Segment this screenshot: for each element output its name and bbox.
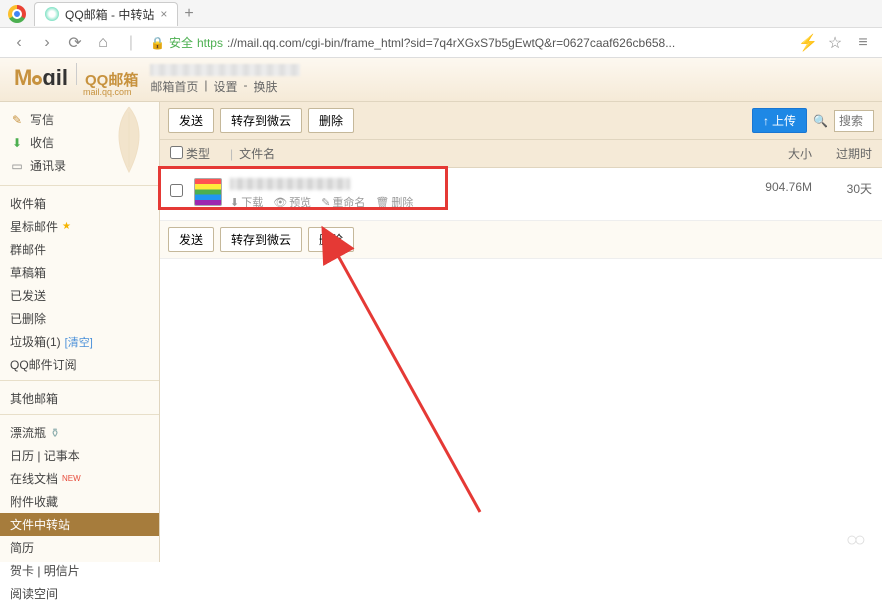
user-info-blurred [150, 64, 300, 76]
toolbar-bottom: 发送 转存到微云 删除 [160, 220, 882, 259]
menu-icon[interactable]: ≡ [854, 34, 872, 52]
star-icon[interactable]: ☆ [826, 33, 844, 53]
nav-back-icon[interactable]: ‹ [10, 34, 28, 52]
sidebar: ✎写信 ⬇收信 ▭通讯录 收件箱 星标邮件★ 群邮件 草稿箱 已发送 已删除 垃… [0, 102, 160, 562]
sidebar-item-sent[interactable]: 已发送 [10, 284, 149, 307]
sidebar-item-subscribe[interactable]: QQ邮件订阅 [10, 353, 149, 376]
address-bar: ‹ › ⟳ ⌂ | 🔒 安全 https ://mail.qq.com/cgi-… [0, 28, 882, 58]
url-input[interactable]: 🔒 安全 https ://mail.qq.com/cgi-bin/frame_… [150, 34, 788, 51]
file-expire: 30天 [812, 178, 872, 197]
file-preview-link[interactable]: 👁预览 [273, 194, 311, 210]
nav-forward-icon[interactable]: › [38, 34, 56, 52]
send-button[interactable]: 发送 [168, 108, 214, 133]
upload-button[interactable]: ↑上传 [752, 108, 807, 133]
delete-button-bottom[interactable]: 删除 [308, 227, 354, 252]
download-icon: ⬇ [230, 196, 239, 209]
save-cloud-button-bottom[interactable]: 转存到微云 [220, 227, 302, 252]
new-badge: NEW [62, 474, 81, 483]
contacts-icon: ▭ [10, 159, 24, 173]
col-type: 类型 [186, 145, 230, 162]
inbox-icon: ⬇ [10, 136, 24, 150]
lock-icon: 🔒 [150, 36, 165, 50]
sidebar-item-calendar[interactable]: 日历 | 记事本 [10, 444, 149, 467]
browser-tab-bar: QQ邮箱 - 中转站 × + [0, 0, 882, 28]
compose-button[interactable]: ✎写信 [10, 108, 149, 131]
star-icon: ★ [62, 221, 71, 232]
sidebar-item-group[interactable]: 群邮件 [10, 238, 149, 261]
new-tab-button[interactable]: + [184, 5, 193, 23]
file-checkbox[interactable] [170, 184, 183, 197]
upload-icon: ↑ [763, 114, 769, 128]
save-cloud-button[interactable]: 转存到微云 [220, 108, 302, 133]
file-download-link[interactable]: ⬇下载 [230, 194, 263, 210]
nav-home-icon[interactable]: ⌂ [94, 34, 112, 52]
link-settings[interactable]: 设置 [213, 78, 237, 95]
col-expire: 过期时 [812, 145, 872, 162]
column-header: 类型 | 文件名 大小 过期时 [160, 140, 882, 168]
col-size: 大小 [712, 145, 812, 162]
decoration-circles: ○○ [846, 529, 862, 552]
nav-reload-icon[interactable]: ⟳ [66, 33, 84, 53]
sidebar-item-inbox[interactable]: 收件箱 [10, 192, 149, 215]
search-icon: 🔍 [813, 114, 828, 128]
flash-icon[interactable]: ⚡ [798, 33, 816, 53]
sidebar-item-resume[interactable]: 简历 [10, 536, 149, 559]
content-area: 发送 转存到微云 删除 ↑上传 🔍 类型 | 文件名 大小 过期时 [160, 102, 882, 562]
sidebar-item-starred[interactable]: 星标邮件★ [10, 215, 149, 238]
sidebar-other-mail[interactable]: 其他邮箱 [10, 387, 149, 410]
chrome-icon [8, 5, 26, 23]
file-list: ⬇下载 👁预览 ✎重命名 🗑删除 904.76M 30天 [160, 168, 882, 220]
link-mailbox-home[interactable]: 邮箱首页 [150, 78, 198, 95]
sidebar-item-drafts[interactable]: 草稿箱 [10, 261, 149, 284]
file-delete-link[interactable]: 🗑删除 [375, 194, 413, 210]
eye-icon: 👁 [273, 196, 287, 209]
file-name-blurred [230, 178, 350, 190]
sidebar-item-transfer[interactable]: 文件中转站 [0, 513, 159, 536]
delete-button[interactable]: 删除 [308, 108, 354, 133]
qq-mail-logo[interactable]: M ɑil QQ邮箱 mail.qq.com [14, 63, 138, 97]
select-all-checkbox[interactable] [170, 146, 183, 159]
sidebar-item-attachments[interactable]: 附件收藏 [10, 490, 149, 513]
inbox-button[interactable]: ⬇收信 [10, 131, 149, 154]
tab-close-icon[interactable]: × [160, 7, 167, 21]
search-input[interactable] [834, 110, 874, 132]
header-info: 邮箱首页 | 设置 - 换肤 [150, 64, 300, 95]
send-button-bottom[interactable]: 发送 [168, 227, 214, 252]
qq-favicon [45, 7, 59, 21]
sidebar-item-reading[interactable]: 阅读空间 [10, 582, 149, 605]
url-path: ://mail.qq.com/cgi-bin/frame_html?sid=7q… [227, 36, 675, 50]
pencil-icon: ✎ [321, 196, 330, 209]
file-size: 904.76M [712, 178, 812, 194]
nav-divider: | [122, 34, 140, 52]
tab-title: QQ邮箱 - 中转站 [65, 6, 154, 23]
compose-icon: ✎ [10, 113, 24, 127]
clear-spam-link[interactable]: [清空] [65, 334, 93, 350]
mail-header: M ɑil QQ邮箱 mail.qq.com 邮箱首页 | 设置 - 换肤 [0, 58, 882, 102]
col-filename: 文件名 [239, 145, 712, 162]
bottle-icon: ⚱ [50, 426, 60, 440]
trash-icon: 🗑 [375, 196, 389, 209]
sidebar-item-spam[interactable]: 垃圾箱(1)[清空] [10, 330, 149, 353]
toolbar-top: 发送 转存到微云 删除 ↑上传 🔍 [160, 102, 882, 140]
file-rename-link[interactable]: ✎重命名 [321, 194, 365, 210]
contacts-button[interactable]: ▭通讯录 [10, 154, 149, 177]
file-row[interactable]: ⬇下载 👁预览 ✎重命名 🗑删除 904.76M 30天 [168, 174, 874, 214]
logo-o-icon [32, 75, 42, 85]
archive-file-icon [194, 178, 222, 206]
sidebar-item-cards[interactable]: 贺卡 | 明信片 [10, 559, 149, 582]
url-protocol: https [197, 36, 223, 50]
sidebar-item-deleted[interactable]: 已删除 [10, 307, 149, 330]
sidebar-item-docs[interactable]: 在线文档 NEW [10, 467, 149, 490]
sidebar-item-bottle[interactable]: 漂流瓶 ⚱ [10, 421, 149, 444]
browser-tab[interactable]: QQ邮箱 - 中转站 × [34, 2, 178, 26]
link-skin[interactable]: 换肤 [254, 78, 278, 95]
safe-label: 安全 [169, 34, 193, 51]
